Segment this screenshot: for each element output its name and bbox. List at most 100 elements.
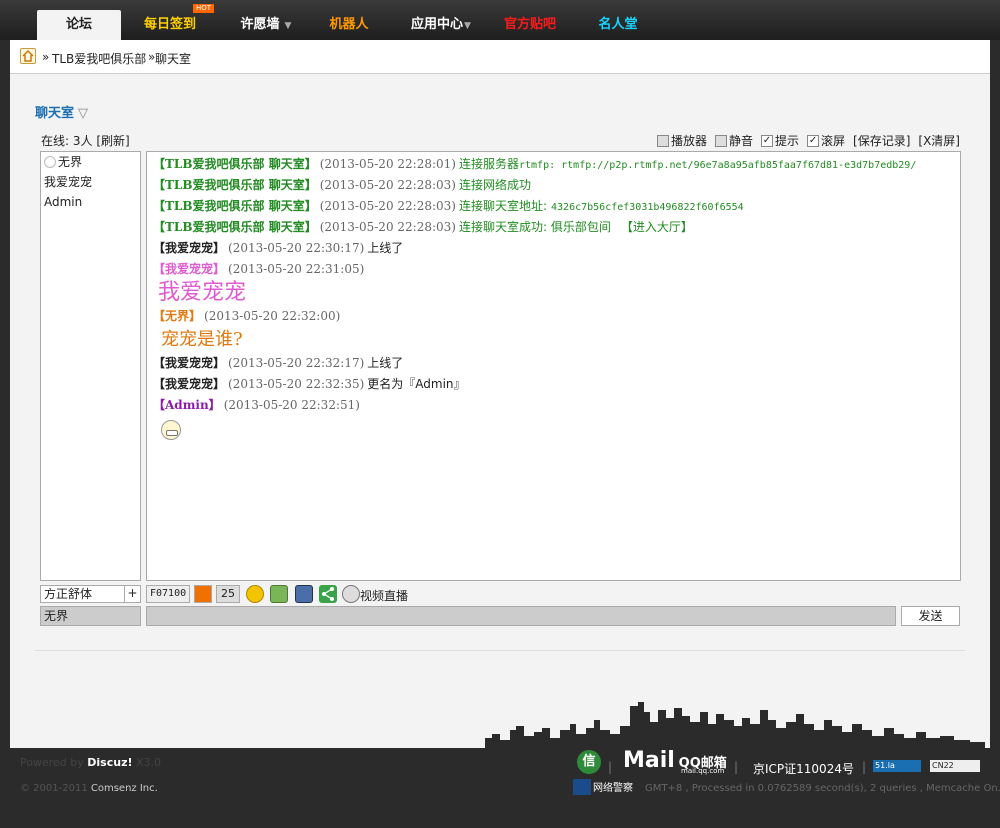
nav-tab-hall-of-fame[interactable]: 名人堂 [585, 10, 651, 40]
powered-prefix: Powered by [20, 756, 84, 769]
user-name: Admin [44, 195, 83, 209]
copyright-prefix: © 2001-2011 [20, 783, 88, 794]
font-size-input[interactable]: 25 [216, 585, 240, 603]
message-sender: 【我爱宠宠】 [153, 262, 226, 276]
send-button[interactable]: 发送 [901, 606, 960, 626]
nickname-field[interactable]: 无界 [40, 606, 141, 626]
chat-message: 【我爱宠宠】 (2013-05-20 22:30:17) 上线了 [153, 238, 954, 259]
chat-message: 【我爱宠宠】 (2013-05-20 22:31:05) [153, 259, 954, 280]
color-swatch[interactable] [194, 585, 212, 603]
qq-mail-logo[interactable]: Mail QQ邮箱 mail.qq.com [623, 748, 727, 775]
message-time: (2013-05-20 22:32:51) [223, 398, 360, 412]
server-stats: GMT+8 , Processed in 0.0762589 second(s)… [645, 783, 1000, 794]
nav-tab-label: 许愿墙 [240, 17, 280, 32]
user-icon [44, 156, 56, 168]
message-time: (2013-05-20 22:30:17) [228, 241, 365, 255]
nav-tab-app-center[interactable]: 应用中心▼ [400, 10, 482, 40]
player-toggle[interactable]: 播放器 [656, 132, 707, 149]
message-time: (2013-05-20 22:28:03) [319, 199, 456, 213]
message-time: (2013-05-20 22:32:35) [228, 377, 365, 391]
chat-message: 【TLB爱我吧俱乐部 聊天室】 (2013-05-20 22:28:01) 连接服务… [153, 154, 954, 175]
main-panel: » TLB爱我吧俱乐部 » 聊天室 聊天室 ▽ 在线: 3人 [刷新] 播放器 静… [10, 40, 990, 748]
scroll-label: 滚屏 [821, 134, 846, 148]
message-text: 连接服务器 [458, 157, 519, 171]
refresh-link[interactable]: [刷新] [96, 134, 129, 148]
user-item[interactable]: 无界 [41, 152, 140, 172]
breadcrumb-club[interactable]: TLB爱我吧俱乐部 [52, 50, 146, 67]
nav-tab-daily-checkin[interactable]: 每日签到 HOT [132, 4, 214, 40]
message-text: 连接网络成功 [458, 178, 531, 192]
room-title-text: 聊天室 [35, 106, 75, 121]
online-count-text: 在线: 3人 [41, 134, 93, 148]
separator: | [862, 760, 867, 774]
room-title[interactable]: 聊天室 ▽ [35, 102, 88, 121]
emoji-icon[interactable] [246, 585, 264, 603]
online-count: 在线: 3人 [刷新] [41, 132, 130, 149]
message-sender: 【TLB爱我吧俱乐部 聊天室】 [153, 199, 317, 213]
chat-message: 【我爱宠宠】 (2013-05-20 22:32:35) 更名为『Admin』 [153, 374, 954, 395]
user-list: 无界 我爱宠宠 Admin [40, 151, 141, 581]
image-icon[interactable] [270, 585, 288, 603]
message-time: (2013-05-20 22:28:03) [319, 178, 456, 192]
video-live-label[interactable]: 视频直播 [360, 587, 408, 604]
film-icon[interactable] [295, 585, 313, 603]
font-select[interactable]: 方正舒体 + [40, 585, 141, 603]
comsenz-link[interactable]: Comsenz Inc. [91, 783, 158, 794]
checkbox-checked-icon: ✓ [761, 134, 773, 147]
home-icon[interactable] [20, 48, 36, 64]
breadcrumb-chatroom: 聊天室 [155, 52, 192, 66]
triangle-down-icon: ▽ [78, 106, 89, 121]
message-input[interactable] [146, 606, 896, 626]
user-item[interactable]: Admin [41, 192, 140, 212]
nav-tab-label: 机器人 [329, 17, 369, 32]
trust-seal-icon[interactable]: 信 [577, 750, 601, 774]
cnzz-stats-badge[interactable]: CN22 [930, 760, 980, 772]
save-log-button[interactable]: [保存记录] [853, 132, 910, 149]
city-skyline-image [485, 702, 985, 750]
user-name: 无界 [58, 155, 83, 169]
nav-tab-label: 官方贴吧 [503, 17, 556, 32]
mute-toggle[interactable]: 静音 [714, 132, 753, 149]
chat-message: 【我爱宠宠】 (2013-05-20 22:32:17) 上线了 [153, 353, 954, 374]
chat-message: 【TLB爱我吧俱乐部 聊天室】 (2013-05-20 22:28:03) 连接聊天… [153, 196, 954, 217]
icp-license-link[interactable]: 京ICP证110024号 [753, 760, 854, 777]
message-sender: 【我爱宠宠】 [153, 241, 226, 255]
51la-stats-badge[interactable]: 51.la [873, 760, 921, 772]
cyber-police-badge[interactable]: 网络警察 [573, 779, 633, 795]
mute-label: 静音 [728, 134, 753, 148]
nav-tab-wish-wall[interactable]: 许愿墙 ▼ [226, 10, 306, 40]
message-text: 上线了 [367, 241, 404, 255]
share-icon[interactable] [319, 585, 337, 603]
font-select-value: 方正舒体 [44, 587, 93, 601]
separator: | [608, 760, 613, 774]
hot-badge: HOT [192, 4, 214, 13]
nav-tab-label: 名人堂 [598, 17, 638, 32]
webcam-icon[interactable] [342, 585, 360, 603]
checkbox-checked-icon: ✓ [807, 134, 820, 147]
message-text: 连接聊天室地址: [458, 199, 548, 213]
discuz-link[interactable]: Discuz! [87, 756, 132, 769]
message-big-text: 宠宠是谁? [161, 329, 243, 350]
scroll-toggle[interactable]: ✓ 滚屏 [807, 132, 845, 149]
breadcrumb-separator: » [42, 50, 50, 64]
powered-by: Powered by Discuz! X3.0 [20, 756, 161, 769]
breadcrumb: » TLB爱我吧俱乐部 » 聊天室 [10, 40, 990, 74]
message-sender: 【TLB爱我吧俱乐部 聊天室】 [153, 220, 317, 234]
notify-toggle[interactable]: ✓ 提示 [761, 132, 799, 149]
color-input[interactable]: F07100 [146, 585, 190, 603]
nav-tab-forum[interactable]: 论坛 [37, 10, 121, 40]
message-text: 更名为『Admin』 [367, 377, 466, 391]
footer: Powered by Discuz! X3.0 © 2001-2011 Coms… [10, 748, 1000, 828]
message-time: (2013-05-20 22:32:17) [228, 356, 365, 370]
nav-tab-official-tieba[interactable]: 官方贴吧 [495, 10, 565, 40]
nav-tab-robot[interactable]: 机器人 [316, 10, 382, 40]
user-item[interactable]: 我爱宠宠 [41, 172, 140, 192]
user-name: 我爱宠宠 [44, 175, 93, 189]
checkbox-icon [714, 134, 727, 147]
enter-lobby-link[interactable]: 【进入大厅】 [621, 220, 693, 234]
mail-word: Mail [623, 748, 675, 773]
message-text: 连接聊天室成功: 俱乐部包间 [458, 220, 611, 234]
add-font-button[interactable]: + [124, 586, 140, 602]
message-time: (2013-05-20 22:28:01) [319, 157, 456, 171]
clear-screen-button[interactable]: [X清屏] [918, 132, 960, 149]
